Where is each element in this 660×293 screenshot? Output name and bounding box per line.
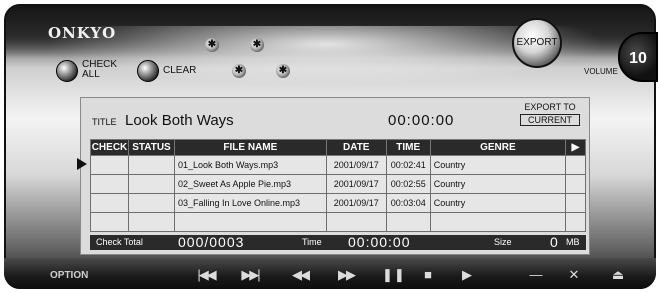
- cell-status: [127, 212, 175, 232]
- cell-date: 2001/09/17: [325, 193, 387, 213]
- scroll-right-icon[interactable]: ▶: [565, 139, 586, 156]
- table-row[interactable]: 01_Look Both Ways.mp3 2001/09/17 00:02:4…: [90, 155, 586, 175]
- cell-spacer: [565, 155, 586, 175]
- cell-date: 2001/09/17: [325, 174, 387, 194]
- current-row-pointer-icon: [77, 158, 87, 170]
- skip-previous-icon[interactable]: |◀◀: [193, 267, 219, 283]
- check-all-label: CHECK ALL: [82, 59, 118, 80]
- check-total-label: Check Total: [96, 237, 143, 247]
- cell-time: 00:02:55: [385, 174, 431, 194]
- close-icon[interactable]: ✕: [564, 267, 582, 283]
- check-total-value: 000/0003: [178, 234, 245, 250]
- size-label: Size: [494, 237, 512, 247]
- export-to-selector[interactable]: EXPORT TO CURRENT: [520, 102, 580, 126]
- size-unit: MB: [566, 237, 580, 247]
- clear-button[interactable]: [137, 60, 159, 82]
- column-header-file-name[interactable]: FILE NAME: [173, 139, 327, 156]
- skip-next-icon[interactable]: ▶▶|: [237, 267, 263, 283]
- eject-icon[interactable]: ⏏: [604, 267, 630, 283]
- column-header-genre[interactable]: GENRE: [429, 139, 567, 156]
- export-to-label: EXPORT TO: [524, 102, 576, 112]
- fast-forward-icon[interactable]: ▶▶: [333, 267, 359, 283]
- cell-genre: Country: [429, 174, 567, 194]
- hex-nut-icon[interactable]: ✱: [250, 38, 264, 52]
- cell-check[interactable]: [90, 193, 129, 213]
- volume-knob[interactable]: 10: [618, 32, 658, 82]
- column-header-date[interactable]: DATE: [325, 139, 387, 156]
- hex-nut-icon[interactable]: ✱: [205, 38, 219, 52]
- cell-file-name: 01_Look Both Ways.mp3: [173, 155, 327, 175]
- time-total-label: Time: [302, 237, 322, 247]
- cell-spacer: [565, 174, 586, 194]
- pause-icon[interactable]: ❚❚: [382, 267, 405, 283]
- column-header-check[interactable]: CHECK: [90, 139, 129, 156]
- cell-spacer: [565, 193, 586, 213]
- table-row[interactable]: 02_Sweet As Apple Pie.mp3 2001/09/17 00:…: [90, 174, 586, 194]
- cell-status: [127, 174, 175, 194]
- cell-genre: Country: [429, 155, 567, 175]
- cell-check[interactable]: [90, 155, 129, 175]
- column-header-time[interactable]: TIME: [385, 139, 431, 156]
- cell-check[interactable]: [90, 212, 129, 232]
- cell-genre: Country: [429, 193, 567, 213]
- cell-file-name: 02_Sweet As Apple Pie.mp3: [173, 174, 327, 194]
- cell-check[interactable]: [90, 174, 129, 194]
- cell-file-name: 03_Falling In Love Online.mp3: [173, 193, 327, 213]
- cell-file-name: [173, 212, 327, 232]
- column-header-status[interactable]: STATUS: [127, 139, 175, 156]
- table-row[interactable]: 03_Falling In Love Online.mp3 2001/09/17…: [90, 193, 586, 213]
- minimize-icon[interactable]: —: [526, 267, 544, 283]
- cell-time: [385, 212, 431, 232]
- export-target[interactable]: CURRENT: [520, 114, 580, 126]
- brand-logo: ONKYO: [48, 24, 117, 42]
- cell-status: [127, 193, 175, 213]
- check-all-button[interactable]: [56, 60, 78, 82]
- track-title: Look Both Ways: [125, 112, 234, 129]
- summary-bar: Check Total 000/0003 Time 00:00:00 Size …: [90, 234, 586, 250]
- cell-genre: [429, 212, 567, 232]
- track-table: CHECK STATUS FILE NAME DATE TIME GENRE ▶…: [90, 139, 586, 232]
- hex-nut-icon[interactable]: ✱: [276, 64, 290, 78]
- cell-spacer: [565, 212, 586, 232]
- cell-time: 00:03:04: [385, 193, 431, 213]
- volume-label: VOLUME: [584, 67, 618, 76]
- transport-bar: [4, 258, 656, 289]
- time-total-value: 00:00:00: [348, 234, 411, 250]
- elapsed-time: 00:00:00: [388, 112, 455, 129]
- rewind-icon[interactable]: ◀◀: [287, 267, 313, 283]
- cell-date: [325, 212, 387, 232]
- play-icon[interactable]: ▶: [455, 267, 477, 283]
- cell-status: [127, 155, 175, 175]
- hex-nut-icon[interactable]: ✱: [232, 64, 246, 78]
- export-button[interactable]: EXPORT: [512, 18, 562, 68]
- table-row[interactable]: [90, 212, 586, 232]
- size-value: 0: [550, 234, 559, 250]
- cell-time: 00:02:41: [385, 155, 431, 175]
- clear-label: CLEAR: [163, 65, 197, 76]
- option-button[interactable]: OPTION: [50, 270, 88, 281]
- cell-date: 2001/09/17: [325, 155, 387, 175]
- title-label: TITLE: [92, 117, 117, 127]
- stop-icon[interactable]: ■: [418, 267, 436, 283]
